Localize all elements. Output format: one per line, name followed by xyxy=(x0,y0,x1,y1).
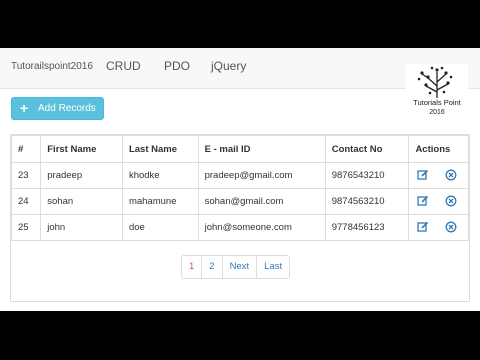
header-id: # xyxy=(10,135,42,163)
last-page-link[interactable]: Last xyxy=(256,255,291,279)
edit-icon[interactable] xyxy=(417,221,429,233)
tree-icon xyxy=(417,66,453,98)
table-row: 25 john doe john@someone.com 9778456123 xyxy=(10,214,469,241)
header-first-name: First Name xyxy=(40,135,123,163)
next-page-link[interactable]: Next xyxy=(221,255,258,279)
cell-first-name: pradeep xyxy=(40,162,123,189)
tutorialspoint-logo: Tutorials Point 2016 xyxy=(406,64,468,124)
add-records-button[interactable]: + Add Records xyxy=(11,97,104,120)
cell-id: 23 xyxy=(10,162,42,189)
nav-link-pdo[interactable]: PDO xyxy=(164,59,190,73)
cell-actions xyxy=(408,162,469,189)
table-row: 24 sohan mahamune sohan@gmail.com 987456… xyxy=(10,188,469,215)
table-header-row: # First Name Last Name E - mail ID Conta… xyxy=(10,135,469,163)
cell-last-name: khodke xyxy=(121,162,199,189)
edit-icon[interactable] xyxy=(417,169,429,181)
cell-actions xyxy=(408,214,469,241)
app-window: Tutorailspoint2016 CRUD PDO jQuery Tutor… xyxy=(0,48,480,311)
cell-email: sohan@gmail.com xyxy=(197,188,326,215)
add-records-label: Add Records xyxy=(38,103,96,114)
nav-link-crud[interactable]: CRUD xyxy=(106,59,141,73)
page-1-link[interactable]: 1 xyxy=(181,255,203,279)
cell-email: pradeep@gmail.com xyxy=(197,162,326,189)
cell-contact: 9778456123 xyxy=(324,214,410,241)
cell-contact: 9874563210 xyxy=(324,188,410,215)
delete-icon[interactable] xyxy=(445,169,457,181)
plus-icon: + xyxy=(20,100,29,116)
records-table: # First Name Last Name E - mail ID Conta… xyxy=(10,135,469,241)
cell-first-name: john xyxy=(40,214,123,241)
records-panel: # First Name Last Name E - mail ID Conta… xyxy=(10,134,470,302)
header-contact: Contact No xyxy=(324,135,410,163)
header-email: E - mail ID xyxy=(197,135,326,163)
cell-last-name: mahamune xyxy=(121,188,199,215)
cell-last-name: doe xyxy=(121,214,199,241)
logo-year: 2016 xyxy=(429,109,445,116)
header-actions: Actions xyxy=(408,135,469,163)
cell-first-name: sohan xyxy=(40,188,123,215)
table-row: 23 pradeep khodke pradeep@gmail.com 9876… xyxy=(10,162,469,189)
navbar-brand[interactable]: Tutorailspoint2016 xyxy=(11,61,93,72)
page-2-link[interactable]: 2 xyxy=(201,255,223,279)
logo-name: Tutorials Point xyxy=(413,98,461,107)
nav-link-jquery[interactable]: jQuery xyxy=(211,59,246,73)
cell-actions xyxy=(408,188,469,215)
cell-id: 25 xyxy=(10,214,42,241)
cell-email: john@someone.com xyxy=(197,214,326,241)
cell-contact: 9876543210 xyxy=(324,162,410,189)
pagination: 1 2 Next Last xyxy=(181,255,291,279)
delete-icon[interactable] xyxy=(445,195,457,207)
header-last-name: Last Name xyxy=(121,135,199,163)
cell-id: 24 xyxy=(10,188,42,215)
delete-icon[interactable] xyxy=(445,221,457,233)
edit-icon[interactable] xyxy=(417,195,429,207)
